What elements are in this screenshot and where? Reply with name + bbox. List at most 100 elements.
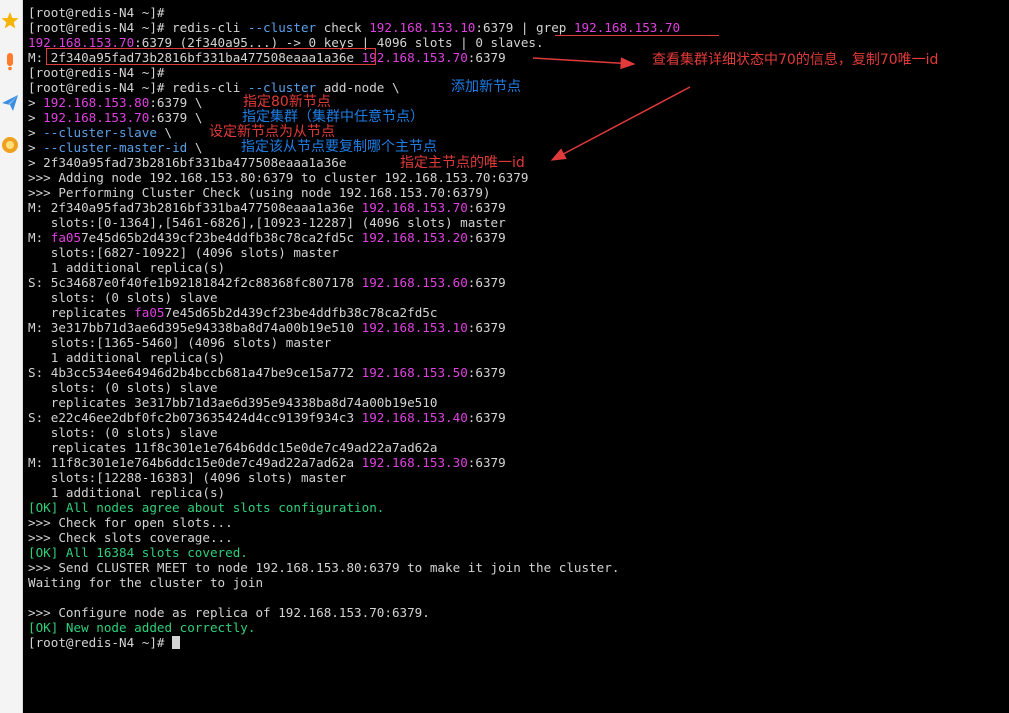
terminal-text: --cluster — [247, 80, 317, 95]
terminal-text: 192.168.153.40 — [361, 410, 468, 425]
terminal-text: 1 additional replica(s) — [28, 350, 226, 365]
terminal-text: 192.168.153.60 — [361, 275, 468, 290]
terminal-line: 1 additional replica(s) — [28, 485, 1009, 500]
terminal-line: S: 4b3cc534ee64946d2b4bccb681a47be9ce15a… — [28, 365, 1009, 380]
terminal-text: slots:[1365-5460] (4096 slots) master — [28, 335, 332, 350]
badge-icon[interactable] — [0, 134, 20, 156]
terminal-text: S: e22c46ee2dbf0fc2b073635424d4cc9139f93… — [28, 410, 362, 425]
master-id-highlight-box — [46, 48, 376, 65]
terminal-line: replicates 11f8c301e1e764b6ddc15e0de7c49… — [28, 440, 1009, 455]
terminal-line: >>> Performing Cluster Check (using node… — [28, 185, 1009, 200]
terminal-text: > — [28, 140, 44, 155]
terminal-line: slots: (0 slots) slave — [28, 425, 1009, 440]
terminal-line: [OK] All 16384 slots covered. — [28, 545, 1009, 560]
terminal-text: :6379 \ — [149, 110, 203, 125]
terminal-line: slots:[1365-5460] (4096 slots) master — [28, 335, 1009, 350]
terminal-text: replicates — [28, 305, 135, 320]
terminal-text: > — [28, 125, 44, 140]
terminal-text: Waiting for the cluster to join — [28, 575, 264, 590]
terminal-text: 192.168.153.50 — [361, 365, 468, 380]
terminal-text: >>> Performing Cluster Check (using node… — [28, 185, 491, 200]
terminal-line: [OK] All nodes agree about slots configu… — [28, 500, 1009, 515]
left-toolbar — [0, 0, 23, 713]
terminal-text: M: 11f8c301e1e764b6ddc15e0de7c49ad22a7ad… — [28, 455, 362, 470]
terminal-text: :6379 | grep — [475, 20, 574, 35]
terminal-text: >>> Adding node 192.168.153.80:6379 to c… — [28, 170, 529, 185]
terminal-line: > --cluster-master-id \ — [28, 140, 1009, 155]
terminal-line: > 192.168.153.80:6379 \ — [28, 95, 1009, 110]
annotation-copy-id: 查看集群详细状态中70的信息，复制70唯一id — [652, 52, 939, 68]
terminal-text: [OK] All 16384 slots covered. — [28, 545, 248, 560]
annotation-add-node: 添加新节点 — [451, 79, 521, 95]
terminal-text: :6379 — [467, 365, 506, 380]
terminal-text: M: 3e317bb71d3ae6d395e94338ba8d74a00b19e… — [28, 320, 362, 335]
star-icon[interactable] — [0, 10, 20, 32]
terminal-text: :6379 \ — [149, 95, 203, 110]
terminal-text: >>> Send CLUSTER MEET to node 192.168.15… — [28, 560, 620, 575]
terminal-text: slots: (0 slots) slave — [28, 380, 218, 395]
terminal-output[interactable]: [root@redis-N4 ~]# [root@redis-N4 ~]# red… — [28, 5, 1009, 713]
terminal-text: 192.168.153.20 — [361, 230, 468, 245]
terminal-line: > 192.168.153.70:6379 \ — [28, 110, 1009, 125]
terminal-text: :6379 — [467, 455, 506, 470]
terminal-text: 192.168.153.10 — [369, 20, 476, 35]
terminal-text: fa05 — [50, 230, 82, 245]
terminal-text: >>> Check slots coverage... — [28, 530, 233, 545]
annotation-which-master: 指定该从节点要复制哪个主节点 — [241, 139, 437, 155]
terminal-text: 1 additional replica(s) — [28, 485, 226, 500]
terminal-text: :6379 — [467, 410, 506, 425]
terminal-text: [root@redis-N4 ~]# redis-cli — [28, 80, 248, 95]
terminal-text: slots:[6827-10922] (4096 slots) master — [28, 245, 339, 260]
terminal-text: [OK] All nodes agree about slots configu… — [28, 500, 385, 515]
terminal-text: S: 4b3cc534ee64946d2b4bccb681a47be9ce15a… — [28, 365, 362, 380]
terminal-text: slots:[0-1364],[5461-6826],[10923-12287]… — [28, 215, 506, 230]
terminal-text: 192.168.153.70 — [361, 50, 468, 65]
terminal-text: 1 additional replica(s) — [28, 260, 226, 275]
terminal-text: --cluster-master-id — [43, 140, 188, 155]
terminal-text: 192.168.153.70 — [573, 20, 681, 35]
bookmark-icon[interactable] — [0, 50, 20, 72]
terminal-text: > — [28, 110, 44, 125]
terminal-text: add-node \ — [316, 80, 400, 95]
terminal-text: 192.168.153.30 — [361, 455, 468, 470]
terminal-text: S: 5c34687e0f40fe1b92181842f2c88368fc807… — [28, 275, 362, 290]
terminal-text: [root@redis-N4 ~]# — [28, 635, 173, 650]
terminal-line: slots:[12288-16383] (4096 slots) master — [28, 470, 1009, 485]
terminal-line: S: 5c34687e0f40fe1b92181842f2c88368fc807… — [28, 275, 1009, 290]
terminal-text: slots:[12288-16383] (4096 slots) master — [28, 470, 347, 485]
terminal-line: [root@redis-N4 ~]# redis-cli --cluster c… — [28, 20, 1009, 35]
terminal-line: 1 additional replica(s) — [28, 260, 1009, 275]
terminal-line: slots: (0 slots) slave — [28, 380, 1009, 395]
terminal-text: \ — [156, 125, 173, 140]
terminal-text: :6379 — [467, 275, 506, 290]
terminal-text: replicates 3e317bb71d3ae6d395e94338ba8d7… — [28, 395, 438, 410]
terminal-text: [root@redis-N4 ~]# — [28, 5, 165, 20]
terminal-line: >>> Check slots coverage... — [28, 530, 1009, 545]
terminal-line: slots:[6827-10922] (4096 slots) master — [28, 245, 1009, 260]
terminal-text: replicates 11f8c301e1e764b6ddc15e0de7c49… — [28, 440, 438, 455]
terminal-text: :6379 — [467, 50, 506, 65]
terminal-line: >>> Adding node 192.168.153.80:6379 to c… — [28, 170, 1009, 185]
terminal-line: Waiting for the cluster to join — [28, 575, 1009, 590]
terminal-line: slots:[0-1364],[5461-6826],[10923-12287]… — [28, 215, 1009, 230]
terminal-text: check — [316, 20, 370, 35]
terminal-line: M: 11f8c301e1e764b6ddc15e0de7c49ad22a7ad… — [28, 455, 1009, 470]
terminal-line: >>> Configure node as replica of 192.168… — [28, 605, 1009, 620]
terminal-text: 7e45d65b2d439cf23be4ddfb38c78ca2fd5c — [164, 305, 438, 320]
terminal-text: :6379 — [467, 200, 506, 215]
annotation-as-slave: 设定新节点为从节点 — [209, 124, 335, 140]
terminal-line: >>> Send CLUSTER MEET to node 192.168.15… — [28, 560, 1009, 575]
terminal-line: M: 3e317bb71d3ae6d395e94338ba8d74a00b19e… — [28, 320, 1009, 335]
terminal-text: [root@redis-N4 ~]# — [28, 65, 165, 80]
terminal-text: >>> Configure node as replica of 192.168… — [28, 605, 430, 620]
paper-plane-icon[interactable] — [0, 92, 20, 114]
terminal-text: :6379 — [467, 320, 506, 335]
terminal-text: >>> Check for open slots... — [28, 515, 233, 530]
terminal-line: [root@redis-N4 ~]# — [28, 635, 1009, 650]
terminal-text: > — [28, 95, 44, 110]
terminal-text: slots: (0 slots) slave — [28, 290, 218, 305]
annotation-master-id: 指定主节点的唯一id — [400, 155, 525, 171]
terminal-line: 1 additional replica(s) — [28, 350, 1009, 365]
terminal-line: slots: (0 slots) slave — [28, 290, 1009, 305]
